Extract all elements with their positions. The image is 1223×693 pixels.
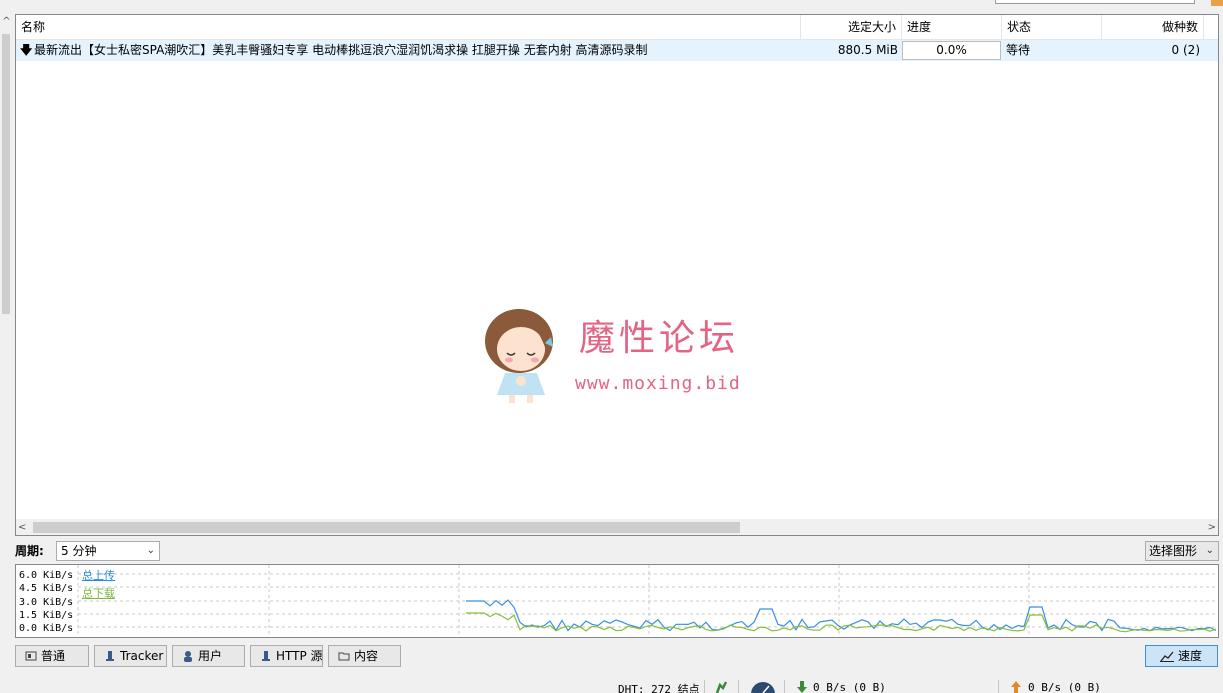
speed-graph: 6.0 KiB/s 4.5 KiB/s 3.0 KiB/s 1.5 KiB/s … — [15, 564, 1219, 638]
legend-download[interactable]: 总下载 — [82, 585, 115, 601]
torrent-progress-cell: 0.0% — [902, 40, 1002, 61]
scrollbar-thumb[interactable] — [2, 34, 10, 314]
horizontal-scrollbar[interactable]: < > — [16, 519, 1218, 535]
torrent-list: 名称 选定大小 进度 状态 做种数 🡇 最新流出【女士私密SPA潮吹汇】美乳丰臀骚… — [15, 14, 1219, 536]
graph-select-dropdown[interactable]: 选择图形 ⌄ — [1145, 541, 1219, 561]
line-chart-icon — [1160, 651, 1174, 662]
speed-limit-icon[interactable] — [750, 681, 776, 693]
watermark-title: 魔性论坛 — [579, 318, 740, 359]
legend-upload[interactable]: 总上传 — [82, 567, 115, 583]
upload-speed-line — [466, 599, 1217, 632]
y-tick-label: 0.0 KiB/s — [19, 623, 73, 634]
column-header-name[interactable]: 名称 — [16, 15, 801, 40]
y-tick-label: 6.0 KiB/s — [19, 570, 73, 581]
progress-bar: 0.0% — [902, 41, 1001, 60]
download-arrow-icon: 🡇 — [20, 43, 33, 57]
scroll-left-arrow-icon[interactable]: < — [18, 519, 30, 535]
period-label: 周期: — [15, 544, 44, 558]
column-header-seeds[interactable]: 做种数 — [1102, 15, 1204, 40]
horizontal-scrollbar-thumb[interactable] — [33, 522, 740, 533]
tab-http-label: HTTP 源 — [276, 649, 323, 663]
chevron-down-icon: ⌄ — [146, 545, 155, 556]
tracker-icon — [106, 651, 114, 661]
torrent-seeds-cell: 0 (2) — [1171, 43, 1200, 57]
search-input[interactable] — [995, 0, 1195, 4]
scroll-up-arrow-icon[interactable]: ^ — [0, 16, 13, 32]
folder-icon — [338, 652, 350, 661]
tab-content-label: 内容 — [354, 649, 379, 663]
download-arrow-icon — [797, 681, 807, 693]
period-dropdown[interactable]: 5 分钟 ⌄ — [56, 541, 160, 561]
watermark: 魔性论坛 www.moxing.bid — [471, 297, 761, 412]
tab-tracker-label: Tracker — [120, 649, 164, 663]
tab-content[interactable]: 内容 — [328, 645, 401, 667]
separator — [784, 680, 785, 693]
peers-icon — [184, 651, 192, 662]
separator — [998, 680, 999, 693]
torrent-name-cell: 🡇 最新流出【女士私密SPA潮吹汇】美乳丰臀骚妇专享 电动棒挑逗浪穴湿润饥渴求操 … — [16, 40, 801, 61]
tab-peers[interactable]: 用户 — [172, 645, 245, 667]
y-tick-label: 1.5 KiB/s — [19, 610, 73, 621]
column-header-progress[interactable]: 进度 — [902, 15, 1002, 40]
speed-graph-canvas: 6.0 KiB/s 4.5 KiB/s 3.0 KiB/s 1.5 KiB/s … — [19, 565, 1218, 637]
dht-nodes: DHT: 272 结点 — [618, 683, 700, 693]
tab-http-sources[interactable]: HTTP 源 — [250, 645, 323, 667]
scroll-right-arrow-icon[interactable]: > — [1204, 519, 1216, 535]
connection-status-icon[interactable] — [714, 681, 728, 693]
left-panel-scrollbar[interactable]: ^ — [0, 14, 13, 534]
torrent-size-cell: 880.5 MiB — [837, 43, 898, 57]
status-bar: DHT: 272 结点 0 B/s (0 B) 0 B/s (0 B) — [0, 676, 1223, 693]
torrent-list-header: 名称 选定大小 进度 状态 做种数 — [16, 15, 1218, 40]
chevron-down-icon: ⌄ — [1205, 545, 1214, 556]
tab-general[interactable]: 普通 — [15, 645, 89, 667]
http-icon — [262, 651, 270, 661]
mascot-girl-icon — [485, 309, 553, 403]
tab-peers-label: 用户 — [198, 649, 223, 663]
column-header-status[interactable]: 状态 — [1002, 15, 1102, 40]
column-header-selected-size[interactable]: 选定大小 — [801, 15, 902, 40]
tab-speed-label: 速度 — [1178, 649, 1203, 663]
y-tick-label: 3.0 KiB/s — [19, 597, 73, 608]
upload-arrow-icon — [1011, 681, 1021, 693]
column-header-filler — [1204, 15, 1218, 40]
torrent-status-cell: 等待 — [1006, 43, 1031, 57]
separator — [738, 680, 739, 693]
torrent-name: 最新流出【女士私密SPA潮吹汇】美乳丰臀骚妇专享 电动棒挑逗浪穴湿润饥渴求操 扛… — [34, 43, 648, 57]
y-tick-label: 4.5 KiB/s — [19, 583, 73, 594]
watermark-url: www.moxing.bid — [575, 373, 741, 394]
general-icon — [25, 651, 37, 661]
tab-tracker[interactable]: Tracker — [94, 645, 167, 667]
top-right-icon[interactable] — [1211, 0, 1223, 6]
upload-speed[interactable]: 0 B/s (0 B) — [1028, 681, 1101, 693]
download-speed[interactable]: 0 B/s (0 B) — [813, 681, 886, 693]
tab-speed[interactable]: 速度 — [1145, 645, 1218, 667]
tab-general-label: 普通 — [41, 649, 66, 663]
table-row[interactable]: 🡇 最新流出【女士私密SPA潮吹汇】美乳丰臀骚妇专享 电动棒挑逗浪穴湿润饥渴求操 … — [16, 40, 1218, 61]
separator — [704, 680, 705, 693]
graph-select-label: 选择图形 — [1149, 544, 1198, 558]
period-value: 5 分钟 — [61, 544, 97, 558]
